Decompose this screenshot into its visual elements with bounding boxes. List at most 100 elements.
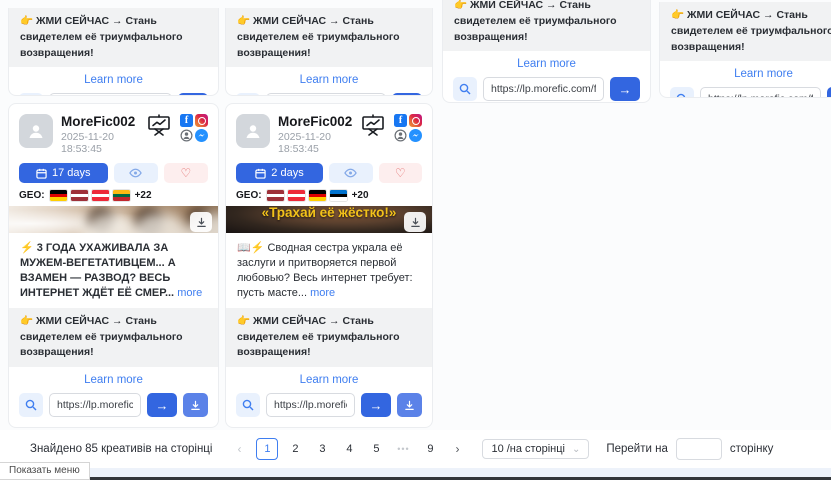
- next-page-icon[interactable]: ›: [447, 438, 467, 460]
- open-link-button[interactable]: →: [610, 77, 640, 101]
- facebook-icon[interactable]: [394, 114, 407, 127]
- learn-more-link[interactable]: Learn more: [443, 51, 650, 75]
- creative-datetime: 2025-11-20 18:53:45: [278, 131, 352, 155]
- download-button[interactable]: [397, 393, 422, 417]
- cta-band: 👉 ЖМИ СЕЙЧАС → Стань свидетелем её триум…: [443, 0, 650, 51]
- learn-more-link[interactable]: Learn more: [660, 61, 831, 85]
- download-button[interactable]: [183, 393, 208, 417]
- days-label: 17 days: [52, 167, 91, 179]
- audience-network-icon[interactable]: [394, 129, 407, 142]
- landing-url-input[interactable]: [49, 393, 141, 417]
- avatar: [236, 114, 270, 148]
- creative-image[interactable]: «Я не предохранялась!» «Трахай её жёстко…: [226, 206, 432, 233]
- days-active-button[interactable]: 17 days: [19, 163, 108, 183]
- days-active-button[interactable]: 2 days: [236, 163, 323, 183]
- favorite-heart-button[interactable]: ♡: [379, 163, 423, 183]
- url-row: →: [443, 75, 650, 103]
- page-1[interactable]: 1: [256, 438, 278, 460]
- cta-band: 👉 ЖМИ СЕЙЧАС → Стань свидетелем её триум…: [9, 8, 218, 67]
- creative-image[interactable]: [9, 206, 218, 233]
- platform-icons: [180, 114, 208, 142]
- image-overlay-text: «Я не предохранялась!» «Трахай её жёстко…: [226, 206, 432, 223]
- preview-eye-button[interactable]: [329, 163, 373, 183]
- messenger-icon[interactable]: [195, 129, 208, 142]
- show-menu-button[interactable]: Показать меню: [0, 462, 90, 480]
- landing-url-input[interactable]: [49, 93, 172, 96]
- flag-lv-icon: [71, 190, 88, 201]
- learn-more-link[interactable]: Learn more: [9, 367, 218, 391]
- presentation-chart-icon[interactable]: [146, 114, 172, 142]
- instagram-icon[interactable]: [409, 114, 422, 127]
- open-link-button[interactable]: →: [361, 393, 391, 417]
- facebook-icon[interactable]: [180, 114, 193, 127]
- search-icon[interactable]: [19, 393, 43, 417]
- url-row: →: [9, 391, 218, 427]
- pages-ellipsis[interactable]: •••: [393, 438, 413, 460]
- download-image-icon[interactable]: [404, 212, 426, 232]
- prev-page-icon[interactable]: ‹: [229, 438, 249, 460]
- results-summary: Знайдено 85 креативів на сторінці: [30, 443, 212, 455]
- search-icon[interactable]: [19, 93, 43, 96]
- page-9[interactable]: 9: [420, 438, 440, 460]
- url-row: →: [9, 91, 218, 96]
- page-2[interactable]: 2: [285, 438, 305, 460]
- search-icon[interactable]: [453, 77, 477, 101]
- cta-text: 👉 ЖМИ СЕЙЧАС → Стань свидетелем её триум…: [20, 15, 183, 59]
- landing-url-input[interactable]: [266, 393, 355, 417]
- landing-url-input[interactable]: [266, 93, 386, 96]
- landing-url-input[interactable]: [700, 87, 821, 98]
- learn-more-link[interactable]: Learn more: [226, 367, 432, 391]
- download-image-icon[interactable]: [190, 212, 212, 232]
- flag-de-icon: [50, 190, 67, 201]
- geo-plus-count[interactable]: +20: [352, 190, 369, 201]
- ad-card-partial-1: 👉 ЖМИ СЕЙЧАС → Стань свидетелем её триум…: [8, 8, 219, 96]
- open-link-button[interactable]: →: [827, 87, 831, 98]
- search-icon[interactable]: [670, 87, 694, 98]
- cta-band: 👉 ЖМИ СЕЙЧАС → Стань свидетелем её триум…: [9, 308, 218, 367]
- audience-network-icon[interactable]: [180, 129, 193, 142]
- page-5[interactable]: 5: [366, 438, 386, 460]
- flag-at-icon: [92, 190, 109, 201]
- cta-band: 👉 ЖМИ СЕЙЧАС → Стань свидетелем её триум…: [226, 8, 432, 67]
- flag-de-icon: [309, 190, 326, 201]
- card-header: MoreFic002 2025-11-20 18:53:45: [9, 104, 218, 155]
- url-row: →: [226, 91, 432, 96]
- ad-caption: ⚡ 3 ГОДА УХАЖИВАЛА ЗА МУЖЕМ-ВЕГЕТАТИВЦЕМ…: [9, 233, 218, 300]
- landing-url-input[interactable]: [483, 77, 604, 101]
- search-icon[interactable]: [236, 393, 260, 417]
- favorite-heart-button[interactable]: ♡: [164, 163, 208, 183]
- page-4[interactable]: 4: [339, 438, 359, 460]
- bottom-strip: [0, 468, 831, 477]
- preview-eye-button[interactable]: [114, 163, 158, 183]
- geo-row: GEO: +20: [226, 183, 432, 206]
- advertiser-name[interactable]: MoreFic002: [278, 114, 352, 129]
- learn-more-link[interactable]: Learn more: [9, 67, 218, 91]
- goto-page: Перейти на сторінку: [606, 438, 773, 460]
- advertiser-name[interactable]: MoreFic002: [61, 114, 138, 129]
- platform-icons: [394, 114, 422, 142]
- open-link-button[interactable]: →: [178, 93, 208, 96]
- open-link-button[interactable]: →: [147, 393, 177, 417]
- page-3[interactable]: 3: [312, 438, 332, 460]
- avatar: [19, 114, 53, 148]
- geo-row: GEO: +22: [9, 183, 218, 206]
- ad-card-partial-4: 👉 ЖМИ СЕЙЧАС → Стань свидетелем её триум…: [659, 2, 831, 98]
- page-size-select[interactable]: 10 /на сторінці ⌄: [482, 439, 589, 459]
- creative-datetime: 2025-11-20 18:53:45: [61, 131, 138, 155]
- presentation-chart-icon[interactable]: [360, 114, 386, 142]
- ad-card-partial-2: 👉 ЖМИ СЕЙЧАС → Стань свидетелем её триум…: [225, 8, 433, 96]
- instagram-icon[interactable]: [195, 114, 208, 127]
- cta-text: 👉 ЖМИ СЕЙЧАС → Стань свидетелем её триум…: [671, 9, 831, 53]
- url-row: →: [660, 85, 831, 98]
- more-link[interactable]: more: [177, 287, 202, 299]
- learn-more-link[interactable]: Learn more: [226, 67, 432, 91]
- ad-card-1: MoreFic002 2025-11-20 18:53:45 17 days ♡…: [8, 103, 219, 428]
- messenger-icon[interactable]: [409, 129, 422, 142]
- more-link[interactable]: more: [310, 287, 335, 299]
- search-icon[interactable]: [236, 93, 260, 96]
- goto-label-prefix: Перейти на: [606, 443, 668, 455]
- goto-page-input[interactable]: [676, 438, 722, 460]
- open-link-button[interactable]: →: [392, 93, 422, 96]
- ad-caption: 📖⚡ Сводная сестра украла её заслуги и пр…: [226, 233, 432, 300]
- geo-plus-count[interactable]: +22: [135, 190, 152, 201]
